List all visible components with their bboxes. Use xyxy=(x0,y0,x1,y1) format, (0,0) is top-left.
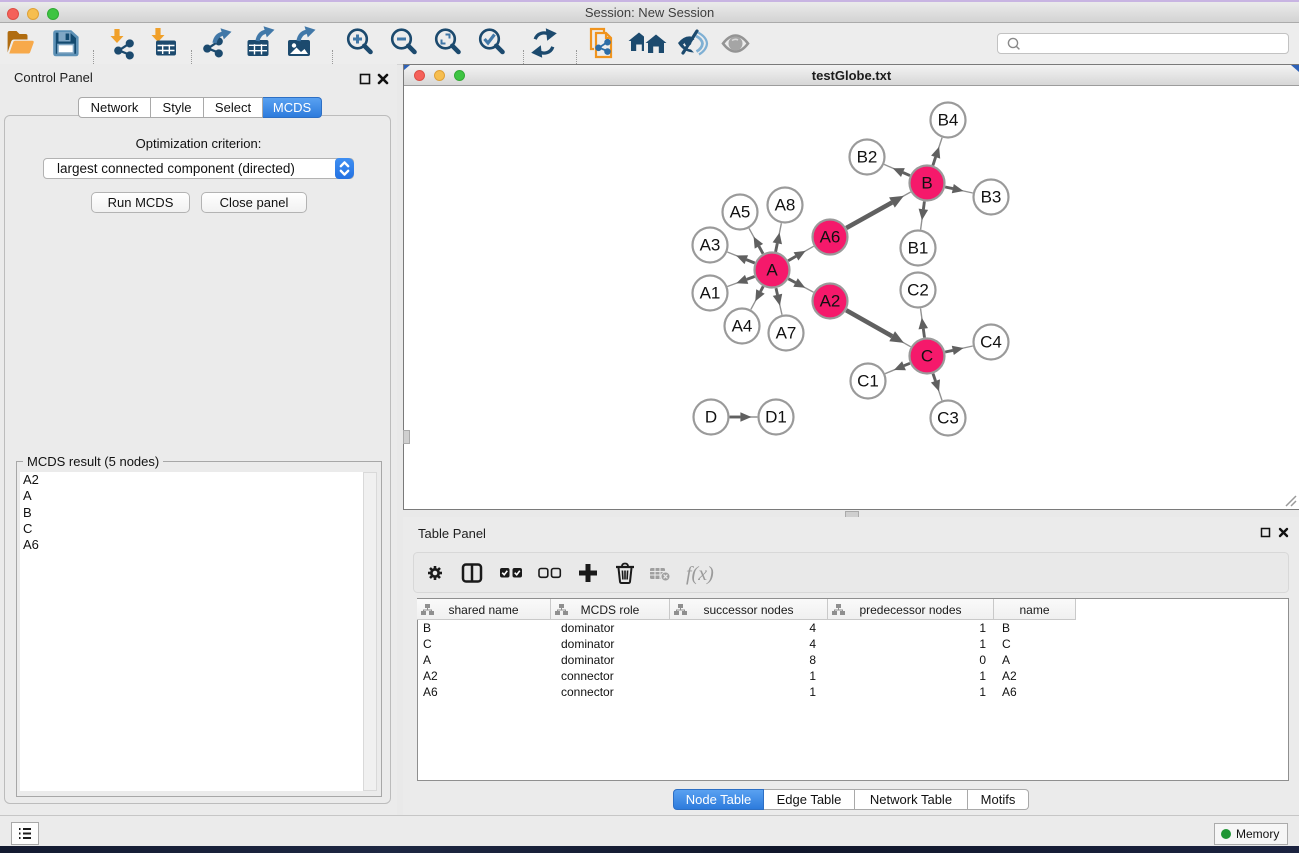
svg-text:A: A xyxy=(766,261,778,280)
svg-text:B1: B1 xyxy=(908,239,929,258)
svg-text:A3: A3 xyxy=(700,236,721,255)
svg-text:f(x): f(x) xyxy=(686,563,714,585)
svg-text:C2: C2 xyxy=(907,281,929,300)
svg-text:A5: A5 xyxy=(730,203,751,222)
svg-text:A1: A1 xyxy=(700,284,721,303)
svg-text:B3: B3 xyxy=(981,188,1002,207)
svg-text:C4: C4 xyxy=(980,333,1002,352)
svg-text:A6: A6 xyxy=(820,228,841,247)
svg-text:C3: C3 xyxy=(937,409,959,428)
svg-text:D: D xyxy=(705,408,717,427)
svg-text:B2: B2 xyxy=(857,148,878,167)
svg-text:B4: B4 xyxy=(938,111,959,130)
svg-text:A7: A7 xyxy=(776,324,797,343)
svg-text:A4: A4 xyxy=(732,317,753,336)
svg-text:C1: C1 xyxy=(857,372,879,391)
svg-text:A8: A8 xyxy=(775,196,796,215)
svg-text:C: C xyxy=(921,347,933,366)
svg-text:A2: A2 xyxy=(820,292,841,311)
svg-text:D1: D1 xyxy=(765,408,787,427)
svg-text:B: B xyxy=(921,174,932,193)
